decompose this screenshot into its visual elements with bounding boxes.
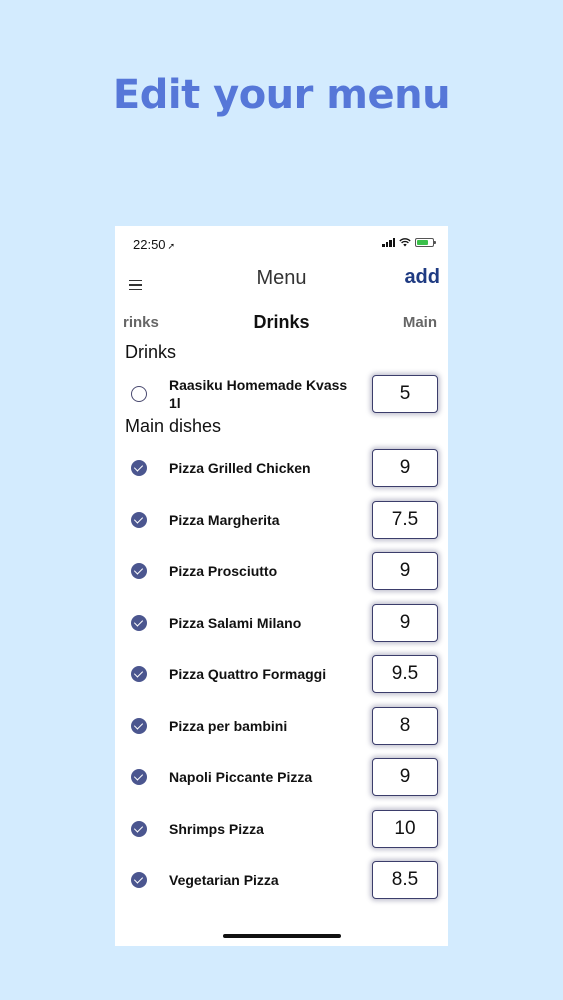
price-input[interactable]: 9	[372, 758, 438, 796]
nav-title: Menu	[256, 267, 307, 289]
list-item[interactable]: Shrimps Pizza 10	[115, 806, 448, 852]
category-tabs: rinks Drinks Main	[115, 312, 448, 336]
item-name: Napoli Piccante Pizza	[169, 769, 313, 785]
price-input[interactable]: 8.5	[372, 861, 438, 899]
section-header-main-dishes: Main dishes	[125, 416, 222, 436]
nav-bar: Menu add	[115, 262, 448, 306]
price-input[interactable]: 9	[372, 604, 438, 642]
price-input[interactable]: 9	[372, 552, 438, 590]
item-name: Pizza per bambini	[169, 718, 288, 734]
status-icons	[382, 238, 436, 247]
status-time-text: 22:50	[133, 237, 166, 252]
checked-circle-icon[interactable]	[131, 769, 147, 785]
list-item[interactable]: Pizza Salami Milano 9	[115, 600, 448, 646]
price-input[interactable]: 9.5	[372, 655, 438, 693]
status-bar: 22:50 ➚	[115, 226, 448, 262]
list-item[interactable]: Pizza per bambini 8	[115, 703, 448, 749]
price-input[interactable]: 5	[372, 375, 438, 413]
list-item[interactable]: Vegetarian Pizza 8.5	[115, 857, 448, 903]
list-item[interactable]: Pizza Quattro Formaggi 9.5	[115, 651, 448, 697]
checked-circle-icon[interactable]	[131, 872, 147, 888]
checked-circle-icon[interactable]	[131, 718, 147, 734]
wifi-icon	[399, 238, 411, 247]
battery-charging-icon	[415, 238, 436, 247]
tab-next[interactable]: Main	[403, 314, 437, 331]
price-input[interactable]: 9	[372, 449, 438, 487]
item-name: Vegetarian Pizza	[169, 872, 279, 888]
list-item[interactable]: Pizza Grilled Chicken 9	[115, 445, 448, 491]
item-name: Pizza Prosciutto	[169, 563, 278, 579]
price-input[interactable]: 10	[372, 810, 438, 848]
item-name: Raasiku Homemade Kvass 1l	[169, 377, 348, 411]
add-button[interactable]: add	[404, 266, 440, 289]
promo-title: Edit your menu	[112, 72, 451, 118]
checked-circle-icon[interactable]	[131, 563, 147, 579]
list-item[interactable]: Pizza Prosciutto 9	[115, 548, 448, 594]
checked-circle-icon[interactable]	[131, 615, 147, 631]
list-item[interactable]: Pizza Margherita 7.5	[115, 497, 448, 543]
price-input[interactable]: 8	[372, 707, 438, 745]
checked-circle-icon[interactable]	[131, 666, 147, 682]
price-input[interactable]: 7.5	[372, 501, 438, 539]
cellular-signal-icon	[382, 238, 395, 247]
item-name: Pizza Salami Milano	[169, 615, 302, 631]
tab-current[interactable]: Drinks	[115, 312, 448, 333]
item-name: Pizza Grilled Chicken	[169, 460, 311, 476]
item-name: Pizza Margherita	[169, 512, 280, 528]
list-item[interactable]: Raasiku Homemade Kvass 1l 5	[115, 371, 448, 417]
location-arrow-icon: ➚	[167, 241, 176, 251]
item-name: Shrimps Pizza	[169, 821, 264, 837]
checked-circle-icon[interactable]	[131, 821, 147, 837]
unchecked-circle-icon[interactable]	[131, 386, 147, 402]
checked-circle-icon[interactable]	[131, 512, 147, 528]
home-indicator[interactable]	[223, 934, 341, 938]
status-time: 22:50 ➚	[133, 237, 175, 252]
checked-circle-icon[interactable]	[131, 460, 147, 476]
section-header-drinks: Drinks	[125, 342, 177, 362]
list-item[interactable]: Napoli Piccante Pizza 9	[115, 754, 448, 800]
phone-screen: 22:50 ➚ Menu add rinks Drinks Main Drinks	[115, 226, 448, 946]
item-name: Pizza Quattro Formaggi	[169, 666, 327, 682]
